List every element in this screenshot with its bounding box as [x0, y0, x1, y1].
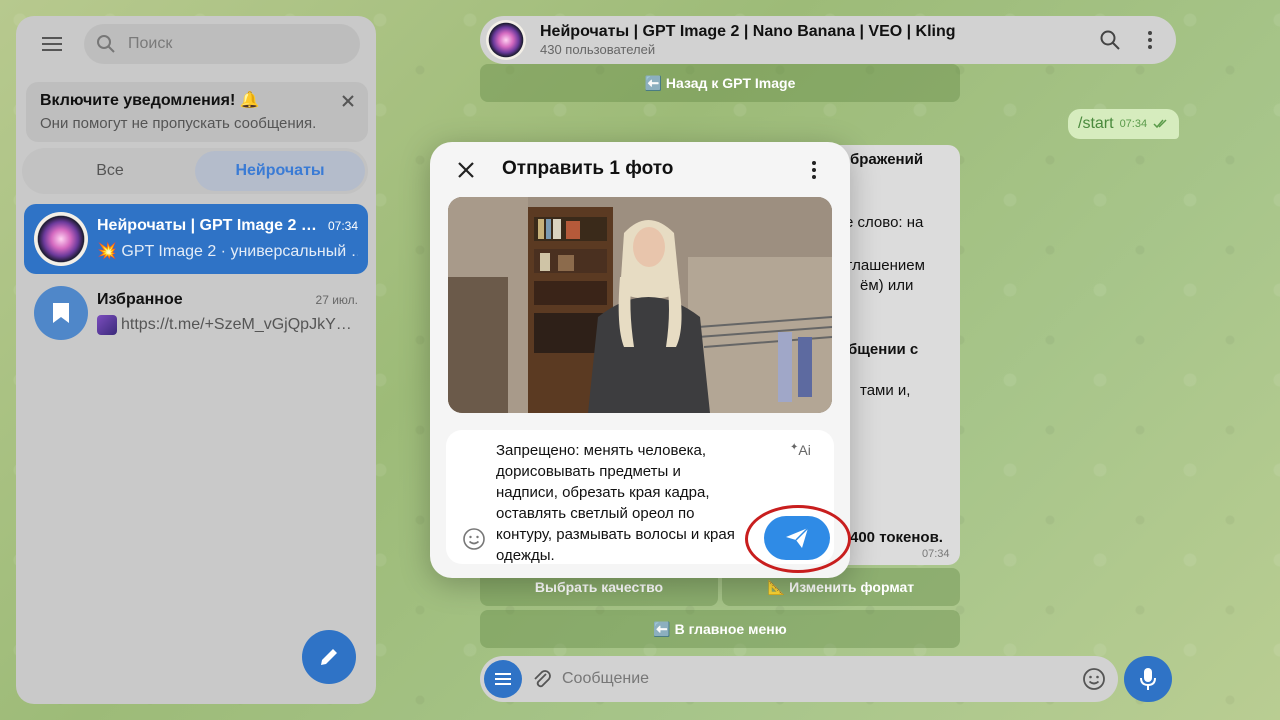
search-icon [84, 34, 128, 54]
chat-header[interactable]: Нейрочаты | GPT Image 2 | Nano Banana | … [480, 16, 1176, 64]
chat-time: 27 июл. [315, 293, 358, 307]
tab-neurochats[interactable]: Нейрочаты [195, 151, 365, 191]
search-icon [1100, 30, 1120, 50]
caption-line: дорисовывать предметы и [496, 463, 681, 480]
pencil-icon [321, 649, 337, 665]
message-fragment: бражений [850, 151, 924, 168]
folder-tabs: Все Нейрочаты [22, 148, 368, 194]
compose-button[interactable] [302, 630, 356, 684]
photo-preview[interactable] [448, 197, 832, 413]
more-vertical-icon [812, 161, 816, 179]
smile-icon [463, 528, 485, 550]
send-photo-dialog: Отправить 1 фото Запрещено: менять челов… [430, 142, 850, 578]
send-button[interactable] [764, 516, 830, 560]
close-icon[interactable] [338, 91, 358, 111]
close-dialog-button[interactable] [452, 156, 480, 184]
sidebar-top [16, 16, 376, 72]
chat-preview: 💥 GPT Image 2 · универсальный … [97, 243, 358, 260]
chat-item-saved[interactable]: Избранное 27 июл. https://t.me/+SzeM_vGj… [24, 278, 368, 348]
ai-label: Ai [798, 442, 811, 458]
message-time: 07:34 [922, 548, 950, 560]
chat-name: Избранное [97, 291, 183, 308]
chat-subtitle: 430 пользователей [540, 42, 656, 57]
search-bar[interactable] [84, 24, 360, 64]
photo-illustration [448, 197, 832, 413]
message-fragment: е слово: на [845, 214, 924, 231]
message-fragment: тами и, [860, 382, 911, 399]
menu-icon [495, 673, 511, 685]
link-preview-icon [97, 315, 117, 335]
chat-time: 07:34 [327, 219, 358, 233]
chat-name: Нейрочаты | GPT Image 2 | … [97, 217, 317, 234]
chat-item-neurochats[interactable]: Нейрочаты | GPT Image 2 | … 07:34 💥 GPT … [24, 204, 368, 274]
more-button[interactable] [1130, 20, 1170, 60]
sidebar: Включите уведомления! 🔔 Они помогут не п… [16, 16, 376, 704]
caption-line: оставлять светлый ореол по [496, 505, 695, 522]
avatar [34, 212, 88, 266]
caption-line: контуру, размывать волосы и края [496, 526, 735, 543]
caption-line: надписи, обрезать края кадра, [496, 484, 710, 501]
message-fragment: ём) или [860, 277, 914, 294]
caption-text[interactable]: Запрещено: менять человека, дорисовывать… [496, 440, 766, 566]
caption-emoji-button[interactable] [462, 527, 486, 551]
caption-line: одежды. [496, 547, 555, 564]
dialog-more-button[interactable] [800, 156, 828, 184]
notice-title: Включите уведомления! 🔔 [40, 92, 260, 109]
chat-preview-text: https://t.me/+SzeM_vGjQpJkY… [121, 316, 352, 333]
dialog-title: Отправить 1 фото [502, 158, 674, 179]
paperclip-icon [534, 670, 551, 688]
emoji-button[interactable] [1074, 667, 1114, 691]
message-composer [480, 656, 1118, 702]
message-input[interactable] [562, 670, 1074, 688]
message-fragment: 400 токенов. [850, 529, 943, 546]
microphone-icon [1140, 668, 1156, 690]
menu-icon[interactable] [36, 30, 68, 58]
more-vertical-icon [1148, 31, 1152, 49]
smile-icon [1083, 668, 1105, 690]
message-fragment: глашением [847, 257, 925, 274]
notice-text: Они помогут не пропускать сообщения. [40, 115, 317, 132]
message-fragment: бщении с [848, 341, 919, 358]
avatar [486, 20, 526, 60]
chat-preview: https://t.me/+SzeM_vGjQpJkY… [97, 315, 358, 335]
notification-banner[interactable]: Включите уведомления! 🔔 Они помогут не п… [26, 82, 368, 142]
main-menu-button[interactable]: ⬅️ В главное меню [480, 610, 960, 648]
bot-menu-button[interactable] [484, 660, 522, 698]
caption-line: Запрещено: менять человека, [496, 442, 707, 459]
double-check-icon [1153, 119, 1167, 129]
search-input[interactable] [128, 35, 328, 53]
search-button[interactable] [1090, 20, 1130, 60]
tab-all[interactable]: Все [25, 151, 195, 191]
chat-title: Нейрочаты | GPT Image 2 | Nano Banana | … [540, 23, 956, 40]
send-icon [786, 527, 809, 548]
bookmark-icon [53, 303, 69, 323]
attach-button[interactable] [522, 668, 562, 690]
outgoing-message: /start 07:34 [1068, 109, 1180, 139]
back-to-gpt-button[interactable]: ⬅️ Назад к GPT Image [480, 64, 960, 102]
ai-tools-button[interactable]: ✦Ai [790, 442, 814, 464]
message-time: 07:34 [1119, 118, 1148, 130]
voice-record-button[interactable] [1124, 656, 1172, 702]
avatar [34, 286, 88, 340]
message-text: /start [1078, 115, 1114, 132]
close-icon [458, 162, 474, 178]
